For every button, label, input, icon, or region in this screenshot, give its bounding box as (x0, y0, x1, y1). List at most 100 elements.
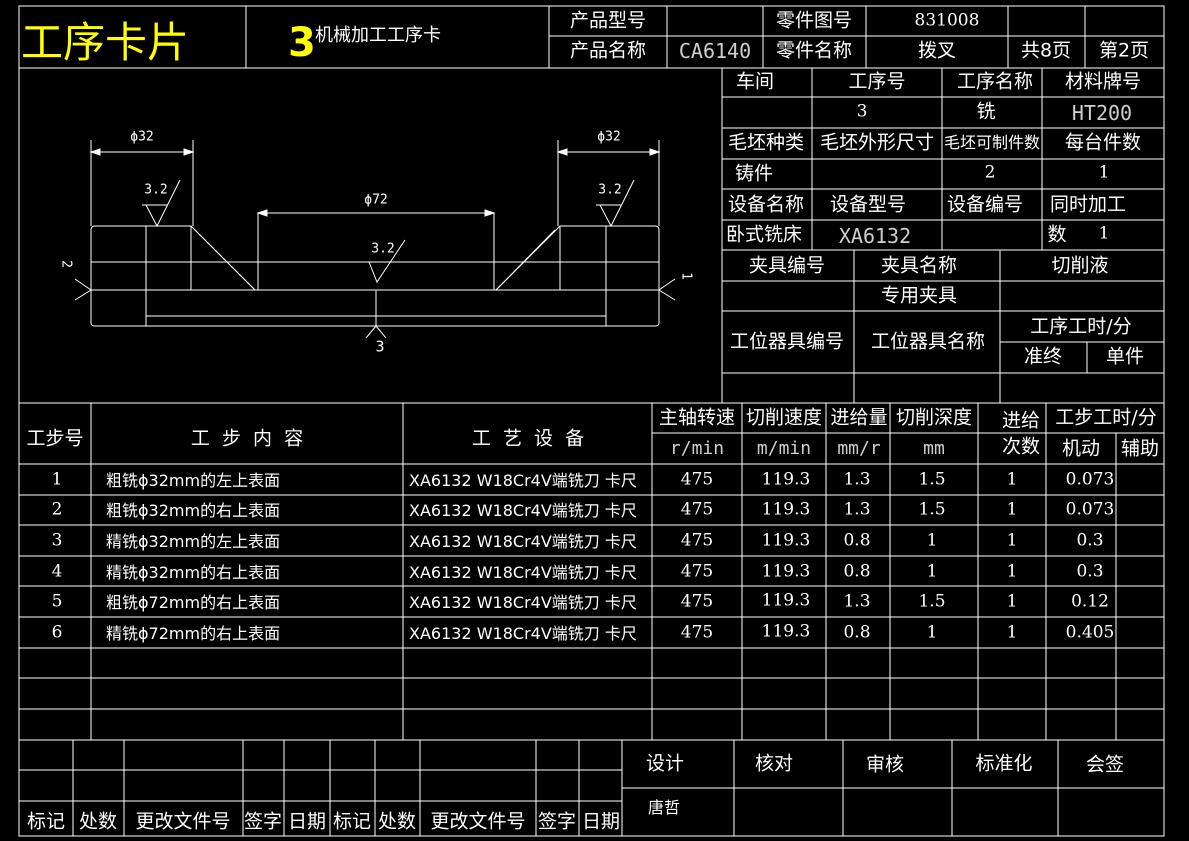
part-drawing-label: 零件图号 (775, 9, 853, 32)
blank-parts-label: 毛坯可制件数 (943, 133, 1041, 152)
simul-count-label: 数 (1047, 223, 1067, 246)
col-step-time: 工步工时/分 (1055, 406, 1157, 429)
equip-name-value: 卧式铣床 (725, 223, 803, 246)
rev-doc-label: 更改文件号 (135, 810, 231, 833)
page-number: 第2页 (1098, 39, 1150, 62)
step-no: 5 (51, 591, 63, 612)
product-model-label: 产品型号 (569, 9, 647, 32)
fixture-no-label: 夹具编号 (748, 254, 826, 277)
step-feed: 1.3 (843, 591, 871, 612)
simul-count-value: 1 (1098, 223, 1110, 244)
col-spindle: 主轴转速 (658, 406, 736, 429)
step-equipment: XA6132 W18Cr4V端铣刀 卡尺 (409, 501, 637, 520)
step-feed: 1.3 (843, 499, 871, 520)
step-content: 精铣ϕ32mm的右上表面 (106, 563, 281, 582)
step-content: 粗铣ϕ72mm的右上表面 (106, 593, 281, 612)
designer-name: 唐哲 (647, 798, 681, 817)
unit-time-label: 单件 (1105, 345, 1145, 368)
step-depth: 1.5 (918, 591, 946, 612)
step-spindle: 475 (680, 622, 714, 643)
step-depth: 1.5 (918, 499, 946, 520)
review-label: 审核 (865, 753, 905, 776)
equip-name-label: 设备名称 (727, 193, 805, 216)
rev-count-label-2: 处数 (377, 810, 417, 833)
col-speed: 切削速度 (745, 406, 823, 429)
step-machine-time: 0.3 (1076, 561, 1104, 582)
step-passes: 1 (1006, 469, 1018, 490)
step-speed: 119.3 (761, 469, 811, 490)
blank-size-label: 毛坯外形尺寸 (819, 131, 935, 154)
roughness-right: 3.2 (598, 182, 622, 198)
step-speed: 119.3 (761, 530, 811, 551)
op-no-value: 3 (856, 101, 868, 122)
rev-sign-label-2: 签字 (537, 810, 577, 833)
unit-feed: mm/r (837, 438, 881, 459)
step-speed: 119.3 (761, 590, 811, 611)
col-aux-time: 辅助 (1120, 437, 1160, 460)
roughness-center: 3.2 (371, 241, 395, 257)
card-number: 3 (288, 20, 316, 66)
col-passes: 进给次数 (1001, 409, 1040, 457)
countersign-label: 会签 (1085, 753, 1125, 776)
step-machine-time: 0.073 (1065, 469, 1115, 490)
step-spindle: 475 (680, 530, 714, 551)
rev-count-label: 处数 (78, 810, 118, 833)
step-depth: 1 (926, 622, 938, 643)
step-content: 精铣ϕ72mm的右上表面 (106, 624, 281, 643)
col-depth: 切削深度 (895, 406, 973, 429)
datum-left: 2 (58, 260, 74, 268)
op-name-label: 工序名称 (956, 70, 1034, 93)
step-depth: 1.5 (918, 469, 946, 490)
dim-center-diameter: ϕ72 (364, 192, 388, 208)
op-name-value: 铣 (976, 100, 996, 123)
design-label: 设计 (645, 752, 685, 775)
step-speed: 119.3 (761, 621, 811, 642)
rev-date-label-2: 日期 (581, 810, 621, 833)
step-machine-time: 0.073 (1065, 499, 1115, 520)
unit-depth: mm (923, 438, 945, 459)
simul-label: 同时加工 (1049, 193, 1127, 216)
station-tool-no-label: 工位器具编号 (729, 330, 845, 353)
roughness-left: 3.2 (144, 182, 168, 198)
fixture-name-value: 专用夹具 (880, 284, 958, 307)
step-passes: 1 (1006, 561, 1018, 582)
step-equipment: XA6132 W18Cr4V端铣刀 卡尺 (409, 593, 637, 612)
step-depth: 1 (926, 530, 938, 551)
step-speed: 119.3 (761, 561, 811, 582)
part-name-label: 零件名称 (775, 39, 853, 62)
prep-time-label: 准终 (1023, 345, 1063, 368)
rev-date-label: 日期 (287, 810, 327, 833)
col-machine-time: 机动 (1061, 437, 1101, 460)
step-content: 粗铣ϕ32mm的左上表面 (106, 471, 281, 490)
col-equipment: 工 艺 设 备 (471, 427, 585, 450)
unit-speed: m/min (756, 438, 812, 459)
step-machine-time: 0.3 (1076, 530, 1104, 551)
part-drawing-value: 831008 (914, 10, 980, 31)
unit-spindle: r/min (669, 438, 725, 459)
step-feed: 0.8 (843, 622, 871, 643)
standardization-label: 标准化 (975, 752, 1033, 775)
per-unit-value: 1 (1098, 162, 1110, 183)
step-machine-time: 0.12 (1071, 591, 1109, 612)
check-label: 核对 (754, 752, 794, 775)
workshop-label: 车间 (735, 70, 775, 93)
step-no: 6 (51, 622, 63, 643)
equip-model-label: 设备型号 (829, 193, 907, 216)
fixture-name-label: 夹具名称 (880, 254, 958, 277)
step-no: 4 (51, 561, 63, 582)
dimension-lines (74, 140, 676, 339)
station-tool-name-label: 工位器具名称 (870, 330, 986, 353)
blank-type-label: 毛坯种类 (727, 131, 805, 154)
equip-model-value: XA6132 (838, 224, 912, 248)
rev-sign-label: 签字 (243, 810, 283, 833)
rev-mark-label-2: 标记 (332, 810, 372, 833)
step-feed: 1.3 (843, 469, 871, 490)
table-grid (18, 5, 1165, 837)
blank-parts-value: 2 (984, 162, 996, 183)
total-pages: 共8页 (1020, 39, 1072, 62)
step-no: 1 (51, 469, 63, 490)
part-drawing (90, 212, 660, 327)
step-no: 2 (51, 499, 63, 520)
step-equipment: XA6132 W18Cr4V端铣刀 卡尺 (409, 563, 637, 582)
step-equipment: XA6132 W18Cr4V端铣刀 卡尺 (409, 624, 637, 643)
